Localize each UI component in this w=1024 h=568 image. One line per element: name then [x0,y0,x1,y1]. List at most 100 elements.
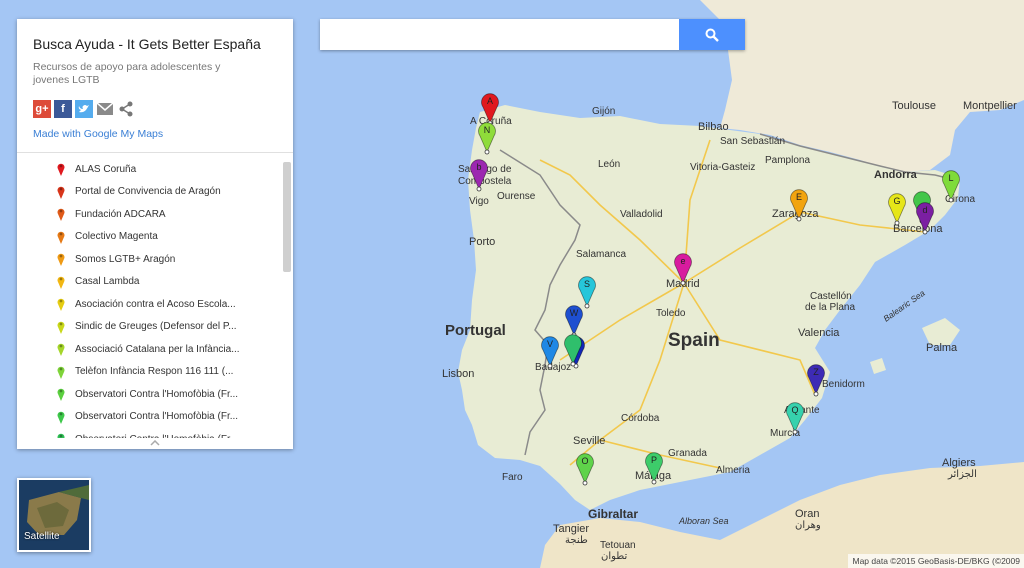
marker-letter: Q [791,405,798,415]
svg-text:Lisbon: Lisbon [442,368,474,380]
list-item[interactable]: Casal Lambda [17,271,283,294]
google-plus-icon[interactable]: g+ [33,100,51,118]
svg-text:Compostela: Compostela [458,176,512,187]
svg-text:Valencia: Valencia [798,327,840,339]
list-item-label: Observatori Contra l'Homofòbia (Fr... [75,411,239,423]
made-with-link[interactable]: Made with Google My Maps [33,128,163,140]
list-item[interactable]: Colectivo Magenta [17,226,283,249]
svg-text:Tangier: Tangier [553,523,589,535]
map-legend-panel: Busca Ayuda - It Gets Better España Recu… [17,19,293,449]
svg-text:Pamplona: Pamplona [765,155,810,166]
map-pin-icon [57,163,65,177]
share-icon[interactable] [117,100,135,118]
marker-letter: e [680,256,685,266]
marker-letter: O [581,456,588,466]
svg-text:Vitoria-Gasteiz: Vitoria-Gasteiz [690,162,755,173]
marker-letter: d [922,205,927,215]
svg-text:Bilbao: Bilbao [698,121,729,133]
search-button[interactable] [679,19,745,50]
svg-text:León: León [598,159,620,170]
map-pin-icon [57,343,65,357]
share-bar: g+ f [33,99,135,119]
search-box [320,19,745,50]
svg-text:Gibraltar: Gibraltar [588,507,638,521]
svg-text:Andorra: Andorra [874,169,918,181]
collapse-panel-button[interactable] [17,437,293,449]
map-pin-icon [57,276,65,289]
marker-letter: G [893,196,900,206]
svg-text:Portugal: Portugal [445,322,506,339]
list-item[interactable]: Somos LGTB+ Aragón [17,248,283,271]
list-item[interactable]: Observatori Contra l'Homofòbia (Fr... [17,406,283,429]
marker-letter: V [547,339,553,349]
list-item-label: Portal de Convivencia de Aragón [75,186,221,198]
map-pin-icon [57,388,65,402]
list-item[interactable]: Telèfon Infància Respon 116 111 (... [17,361,283,384]
map-pin-icon [57,186,65,199]
map-pin-icon [57,366,65,379]
svg-text:Valladolid: Valladolid [620,209,663,220]
svg-text:de la Plana: de la Plana [805,302,855,313]
svg-text:Almeria: Almeria [716,465,750,476]
svg-text:Toulouse: Toulouse [892,100,936,112]
marker-letter: A [487,96,493,106]
places-list: ALAS Coruña Portal de Convivencia de Arag… [17,158,283,438]
list-item-label: ALAS Coruña [75,163,137,175]
search-input[interactable] [320,19,690,50]
twitter-icon[interactable] [75,100,93,118]
satellite-toggle[interactable]: Satellite [17,478,91,552]
map-pin-icon [57,321,65,334]
list-item-label: Colectivo Magenta [75,231,158,243]
svg-text:Oran: Oran [795,508,819,520]
map-pin-icon [57,208,65,222]
svg-text:وهران: وهران [795,520,821,531]
svg-text:Seville: Seville [573,435,605,447]
list-item[interactable]: Observatori Contra l'Homofòbia (Fr... [17,383,283,406]
svg-text:Granada: Granada [668,448,707,459]
svg-text:Barcelona: Barcelona [893,223,943,235]
svg-text:Spain: Spain [668,330,720,351]
scrollbar[interactable] [283,162,291,272]
svg-text:Tetouan: Tetouan [600,540,636,551]
map-pin-icon [57,253,65,267]
facebook-icon[interactable]: f [54,100,72,118]
list-item-label: Asociación contra el Acoso Escola... [75,298,236,310]
list-item[interactable]: Associació Catalana per la Infància... [17,338,283,361]
satellite-label: Satellite [24,531,60,542]
svg-text:Ourense: Ourense [497,191,536,202]
marker-letter: W [570,308,579,318]
divider [17,152,293,153]
svg-text:Algiers: Algiers [942,457,976,469]
map-attribution: Map data ©2015 GeoBasis-DE/BKG (©2009 [848,554,1024,568]
list-item[interactable]: ALAS Coruña [17,158,283,181]
svg-text:Vigo: Vigo [469,196,489,207]
marker-letter: Z [813,367,819,377]
marker-letter: N [484,125,491,135]
list-item[interactable]: Portal de Convivencia de Aragón [17,181,283,204]
svg-text:Benidorm: Benidorm [822,379,865,390]
list-item[interactable]: Sindic de Greuges (Defensor del P... [17,316,283,339]
svg-text:Castellón: Castellón [810,291,852,302]
list-item-label: Associació Catalana per la Infància... [75,343,240,355]
svg-text:Salamanca: Salamanca [576,249,626,260]
search-icon [705,28,719,42]
list-item-label: Telèfon Infància Respon 116 111 (... [75,366,234,378]
svg-text:Montpellier: Montpellier [963,100,1017,112]
panel-description: Recursos de apoyo para adolescentes y jo… [33,61,221,86]
svg-text:Faro: Faro [502,472,523,483]
list-item-label: Casal Lambda [75,276,140,288]
marker-letter: E [796,192,802,202]
list-item[interactable]: Fundación ADCARA [17,203,283,226]
map-pin-icon [57,231,65,244]
svg-text:San Sebastián: San Sebastián [720,136,785,147]
svg-text:Gijón: Gijón [592,106,615,117]
email-icon[interactable] [96,100,114,118]
svg-text:Toledo: Toledo [656,308,686,319]
list-item-label: Somos LGTB+ Aragón [75,253,176,265]
svg-text:Palma: Palma [926,342,958,354]
chevron-up-icon [150,440,160,446]
svg-text:الجزائر: الجزائر [947,469,977,480]
list-item[interactable]: Asociación contra el Acoso Escola... [17,293,283,316]
marker-letter: P [651,455,657,465]
svg-text:Alboran Sea: Alboran Sea [678,516,729,526]
